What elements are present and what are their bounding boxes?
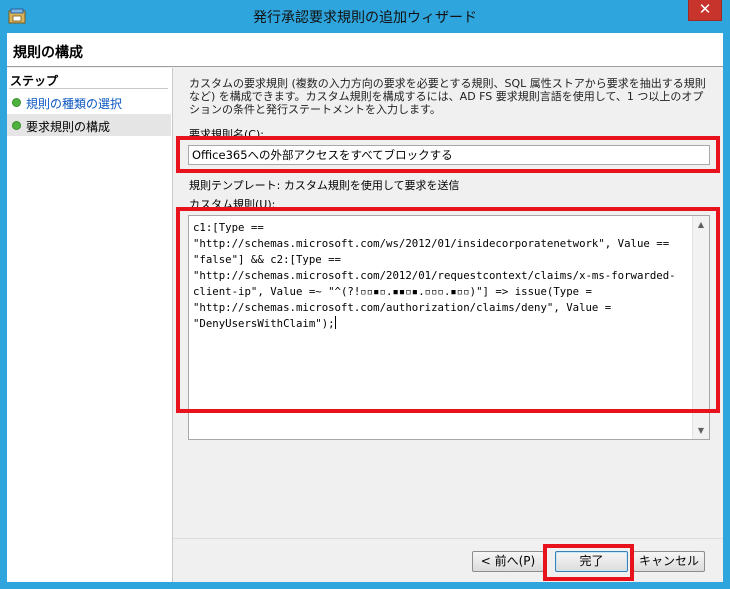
- step-configure-rule[interactable]: 要求規則の構成: [7, 114, 171, 136]
- finish-highlight-box: [543, 544, 634, 581]
- description-text: カスタムの要求規則 (複数の入力方向の要求を必要とする規則、SQL 属性ストアか…: [189, 77, 706, 116]
- step-select-rule-type[interactable]: 規則の種類の選択: [7, 91, 171, 113]
- page-header: 規則の構成: [7, 33, 723, 67]
- custom-rule-highlight-box: [176, 207, 720, 413]
- step-current-icon: [12, 121, 21, 130]
- step-label: 要求規則の構成: [26, 120, 111, 134]
- page-title: 規則の構成: [13, 45, 83, 61]
- step-complete-icon: [12, 98, 21, 107]
- window-title: 発行承認要求規則の追加ウィザード: [253, 10, 477, 26]
- cancel-button[interactable]: キャンセル: [633, 551, 705, 572]
- footer-divider: [173, 538, 723, 539]
- rule-name-highlight-box: [176, 136, 720, 173]
- steps-heading: ステップ: [10, 74, 59, 88]
- rule-template-text: 規則テンプレート: カスタム規則を使用して要求を送信: [189, 179, 460, 192]
- steps-panel: ステップ 規則の種類の選択 要求規則の構成: [7, 68, 173, 582]
- back-button[interactable]: < 前へ(P): [472, 551, 544, 572]
- steps-divider: [9, 88, 168, 89]
- close-button[interactable]: ✕: [688, 0, 722, 21]
- title-bar[interactable]: 発行承認要求規則の追加ウィザード ✕: [0, 0, 730, 33]
- step-label: 規則の種類の選択: [26, 97, 123, 111]
- scroll-down-icon[interactable]: ▼: [693, 422, 709, 439]
